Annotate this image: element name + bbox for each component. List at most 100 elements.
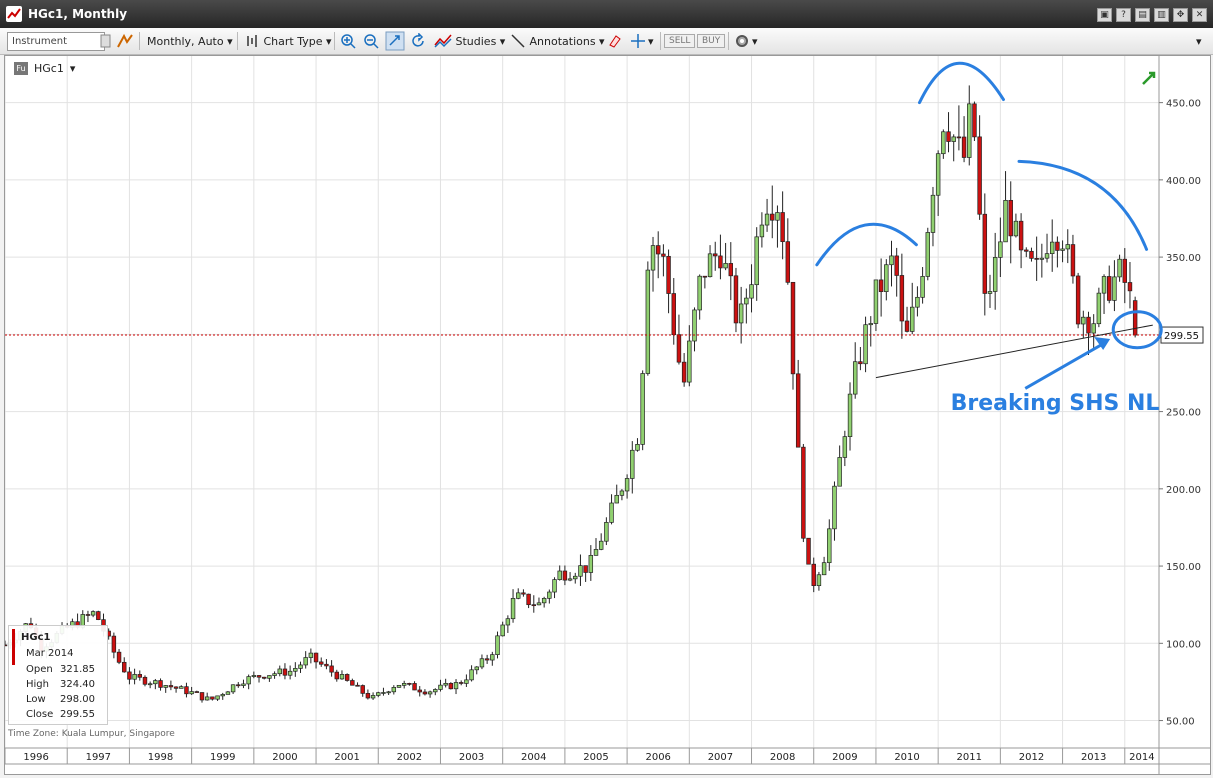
crosshair-icon[interactable]: ▾ (630, 28, 654, 54)
candle-body (552, 579, 557, 593)
instrument-picker-icon[interactable] (100, 28, 112, 54)
x-tick-label: 1999 (210, 752, 235, 763)
candle-body (448, 683, 454, 690)
candle-body (308, 652, 314, 658)
candle-body (910, 306, 915, 332)
candle-body (764, 213, 770, 226)
annotations-label: Annotations (529, 34, 596, 48)
candle-body (230, 684, 236, 693)
x-tick-label: 2003 (459, 752, 484, 763)
x-tick-label: 2007 (708, 752, 733, 763)
candle-body (1086, 316, 1091, 334)
restore-icon[interactable]: ▥ (1154, 8, 1169, 22)
candle-body (827, 528, 832, 564)
candle-body (1029, 250, 1034, 259)
last-price-label: 299.55 (1164, 331, 1199, 342)
candle-body (1132, 300, 1138, 336)
candle-body (225, 691, 231, 695)
instrument-input[interactable]: Instrument (7, 32, 105, 51)
y-tick-label: 250.00 (1166, 408, 1201, 419)
candle-body (1008, 199, 1013, 237)
pan-tool-icon[interactable] (385, 28, 405, 54)
x-tick-label: 2002 (397, 752, 422, 763)
eraser-icon[interactable] (607, 28, 623, 54)
candle-body (790, 281, 796, 375)
candle-body (676, 334, 682, 363)
maximize-icon[interactable]: ▣ (1097, 8, 1112, 22)
candle-body (521, 592, 526, 595)
zoom-in-icon[interactable] (340, 28, 356, 54)
candle-body (391, 687, 397, 693)
chart-type-dropdown[interactable]: Chart Type ▾ (244, 28, 332, 54)
price-chart[interactable]: 50.00100.00150.00200.00250.00300.00350.0… (2, 56, 1210, 774)
candle-body (671, 293, 676, 336)
candle-body (1081, 316, 1086, 325)
candle-body (645, 269, 651, 374)
candle-body (137, 674, 143, 678)
candle-body (718, 255, 723, 269)
candle-body (1034, 258, 1039, 260)
candle-body (837, 457, 842, 487)
draw-tool-icon[interactable] (116, 28, 134, 54)
symbol-dropdown-icon[interactable]: ▾ (70, 62, 76, 75)
candle-body (90, 611, 96, 616)
settings-icon[interactable]: ▾ (734, 28, 758, 54)
candle-body (578, 565, 583, 577)
candle-body (977, 136, 982, 215)
studies-label: Studies (455, 34, 497, 48)
candle-body (801, 446, 806, 539)
candle-body (759, 224, 765, 238)
candle-body (381, 692, 386, 694)
help-icon[interactable]: ? (1116, 8, 1131, 22)
x-tick-label: 2008 (770, 752, 795, 763)
candle-body (1091, 323, 1096, 334)
candle-body (733, 275, 739, 324)
candle-body (376, 692, 381, 696)
studies-dropdown[interactable]: Studies ▾ (434, 28, 505, 54)
candle-body (422, 691, 428, 695)
move-icon[interactable]: ✥ (1173, 8, 1188, 22)
databox-low: Low 298.00 (26, 694, 95, 705)
separator (334, 32, 335, 50)
candle-body (723, 263, 728, 269)
candle-body (666, 255, 671, 294)
candle-body (557, 570, 562, 580)
x-tick-label: 2010 (894, 752, 919, 763)
candle-body (474, 666, 479, 671)
candle-body (464, 679, 469, 684)
candle-body (915, 296, 920, 308)
candle-body (987, 291, 993, 294)
studies-icon (434, 34, 452, 48)
symbol-label[interactable]: HGc1 (34, 62, 64, 75)
candle-body (630, 449, 635, 479)
close-icon[interactable]: ✕ (1192, 8, 1207, 22)
sell-button[interactable]: SELL (664, 28, 696, 54)
candle-body (998, 241, 1003, 258)
candle-body (256, 675, 262, 678)
candle-body (541, 597, 547, 604)
candle-body (640, 373, 645, 445)
toolbar-scroll-icon[interactable]: ▾ (1196, 28, 1202, 54)
zoom-out-icon[interactable] (363, 28, 379, 54)
candle-body (427, 691, 433, 695)
candle-body (878, 279, 884, 292)
databox-open-label: Open (26, 664, 53, 675)
chart-area[interactable]: 50.00100.00150.00200.00250.00300.00350.0… (2, 55, 1211, 775)
candle-body (842, 436, 848, 458)
buy-button[interactable]: BUY (697, 28, 726, 54)
candle-body (158, 680, 163, 688)
candle-body (604, 522, 609, 542)
chart-header: Fu HGc1 ▾ (14, 62, 75, 75)
annotations-dropdown[interactable]: Annotations ▾ (510, 28, 605, 54)
candle-body (204, 696, 210, 701)
tile-icon[interactable]: ▤ (1135, 8, 1150, 22)
candle-body (946, 131, 951, 142)
candle-body (173, 686, 179, 689)
candle-body (495, 635, 500, 655)
candle-body (153, 680, 158, 685)
candle-body (624, 478, 630, 492)
candle-body (272, 673, 277, 676)
interval-dropdown[interactable]: Monthly, Auto ▾ (147, 28, 233, 54)
reset-icon[interactable] (411, 28, 427, 54)
candle-body (111, 635, 117, 653)
